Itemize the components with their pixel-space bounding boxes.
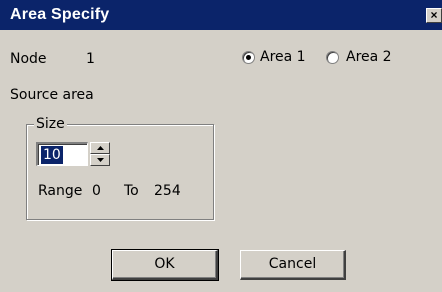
source-area-label: Source area xyxy=(10,87,94,103)
range-max-value: 254 xyxy=(154,183,181,199)
arrow-up-icon xyxy=(97,146,104,150)
size-input-value: 10 xyxy=(41,146,63,164)
spin-down-button[interactable] xyxy=(90,154,110,166)
range-to-label: To xyxy=(124,183,139,199)
title-bar[interactable]: Area Specify × xyxy=(0,0,442,30)
range-label: Range xyxy=(38,183,83,199)
ok-button[interactable]: OK xyxy=(111,249,219,281)
size-input[interactable]: 10 xyxy=(36,142,88,166)
cancel-button[interactable]: Cancel xyxy=(240,250,346,280)
node-value: 1 xyxy=(86,51,95,67)
close-icon: × xyxy=(430,8,438,22)
radio-checked-icon xyxy=(242,51,255,64)
area-specify-dialog: Area Specify × Node 1 Area 1 Area 2 Sour… xyxy=(0,0,442,292)
area-2-label: Area 2 xyxy=(346,49,392,65)
close-button[interactable]: × xyxy=(426,8,442,23)
window-title: Area Specify xyxy=(10,6,110,23)
radio-unchecked-icon xyxy=(326,51,339,64)
node-label: Node xyxy=(10,51,47,67)
area-1-label: Area 1 xyxy=(260,49,306,65)
size-groupbox xyxy=(26,124,214,220)
spin-up-button[interactable] xyxy=(90,142,110,154)
range-min-value: 0 xyxy=(92,183,101,199)
arrow-down-icon xyxy=(97,158,104,162)
size-spinner xyxy=(90,142,110,166)
size-group-legend: Size xyxy=(34,115,67,133)
